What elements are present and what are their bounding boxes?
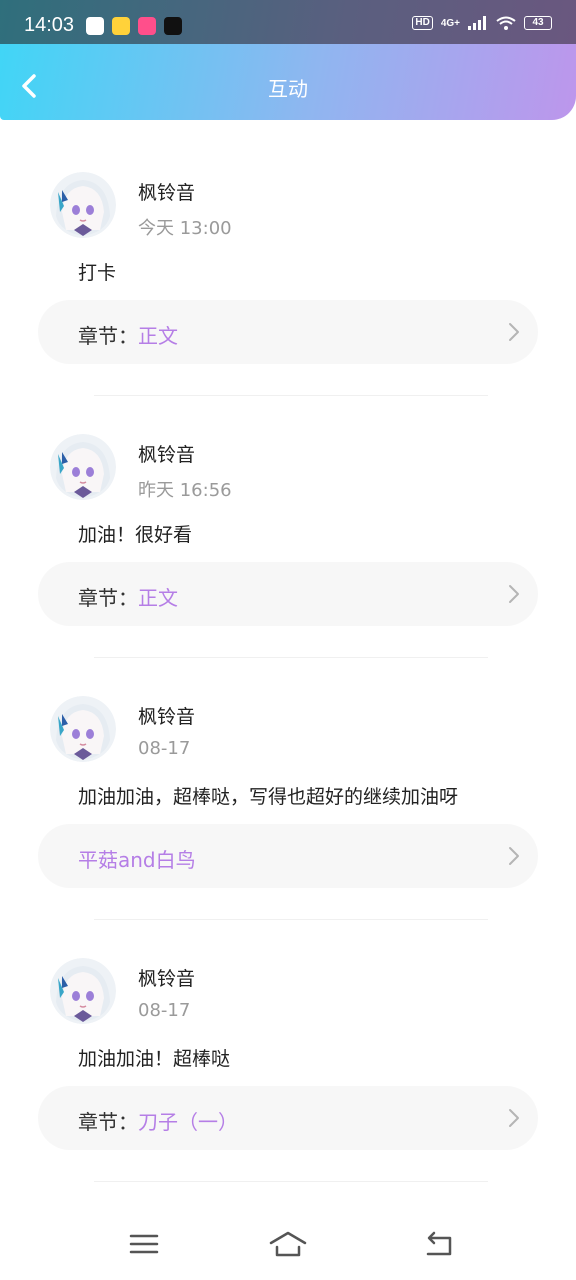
home-icon[interactable]: [268, 1228, 308, 1260]
post-time: 昨天 16:56: [138, 480, 232, 501]
chapter-link[interactable]: 章节：正文: [38, 300, 538, 364]
app-notification-icon: [138, 17, 156, 35]
status-indicators: HD 4G+ 43: [412, 16, 552, 30]
chapter-name: 正文: [138, 324, 178, 348]
post-time: 08-17: [138, 1000, 191, 1021]
divider: [94, 1181, 488, 1182]
comment-text: 加油加油！超棒哒: [78, 1048, 231, 1070]
work-link[interactable]: 平菇and白鸟: [38, 824, 538, 888]
app-notification-icon: [86, 17, 104, 35]
avatar[interactable]: [50, 696, 116, 762]
header-bar: 14:03 HD 4G+ 43 互动: [0, 0, 576, 120]
network-label: 4G+: [440, 17, 460, 29]
chapter-label: 章节：刀子（一）: [78, 1106, 238, 1135]
signal-icon: [468, 16, 486, 30]
list-item: 枫铃音 昨天 16:56 加油！很好看 章节：正文: [0, 396, 576, 658]
chapter-prefix: 章节：: [78, 1110, 138, 1134]
chapter-name: 刀子（一）: [138, 1110, 238, 1134]
chapter-link[interactable]: 章节：刀子（一）: [38, 1086, 538, 1150]
list-item: 枫铃音 08-17 加油加油，超棒哒，写得也超好的继续加油呀 平菇and白鸟: [0, 658, 576, 920]
battery-icon: 43: [524, 16, 552, 30]
notification-icons: [86, 17, 182, 35]
avatar[interactable]: [50, 172, 116, 238]
avatar[interactable]: [50, 434, 116, 500]
username[interactable]: 枫铃音: [138, 964, 195, 991]
hd-badge: HD: [412, 16, 433, 30]
work-title: 平菇and白鸟: [78, 848, 196, 872]
chapter-prefix: 章节：: [78, 586, 138, 610]
chapter-label: 章节：正文: [78, 582, 178, 611]
post-time: 08-17: [138, 738, 191, 759]
system-nav-bar: [0, 1212, 576, 1280]
menu-icon[interactable]: [124, 1228, 164, 1260]
list-item: 枫铃音 今天 13:00 打卡 章节：正文: [0, 134, 576, 396]
back-nav-icon[interactable]: [420, 1228, 460, 1260]
comment-text: 加油加油，超棒哒，写得也超好的继续加油呀: [78, 786, 459, 808]
comment-text: 加油！很好看: [78, 524, 193, 546]
app-notification-icon: [112, 17, 130, 35]
avatar[interactable]: [50, 958, 116, 1024]
status-time: 14:03: [24, 14, 75, 36]
username[interactable]: 枫铃音: [138, 178, 195, 205]
chevron-right-icon: [509, 1109, 519, 1127]
post-time: 今天 13:00: [138, 218, 232, 239]
username[interactable]: 枫铃音: [138, 440, 195, 467]
chapter-prefix: 章节：: [78, 324, 138, 348]
username[interactable]: 枫铃音: [138, 702, 195, 729]
interaction-list: 枫铃音 今天 13:00 打卡 章节：正文 枫铃音 昨天 16:56 加油！很好…: [0, 134, 576, 1182]
chapter-label: 章节：正文: [78, 320, 178, 349]
comment-text: 打卡: [78, 262, 117, 284]
status-bar: 14:03 HD 4G+ 43: [0, 0, 576, 44]
page-title: 互动: [268, 77, 308, 101]
chevron-right-icon: [509, 323, 519, 341]
list-item: 枫铃音 08-17 加油加油！超棒哒 章节：刀子（一）: [0, 920, 576, 1182]
chevron-right-icon: [509, 585, 519, 603]
chevron-right-icon: [509, 847, 519, 865]
chapter-link[interactable]: 章节：正文: [38, 562, 538, 626]
wifi-icon: [496, 16, 516, 30]
chapter-name: 正文: [138, 586, 178, 610]
tiktok-icon: [164, 17, 182, 35]
